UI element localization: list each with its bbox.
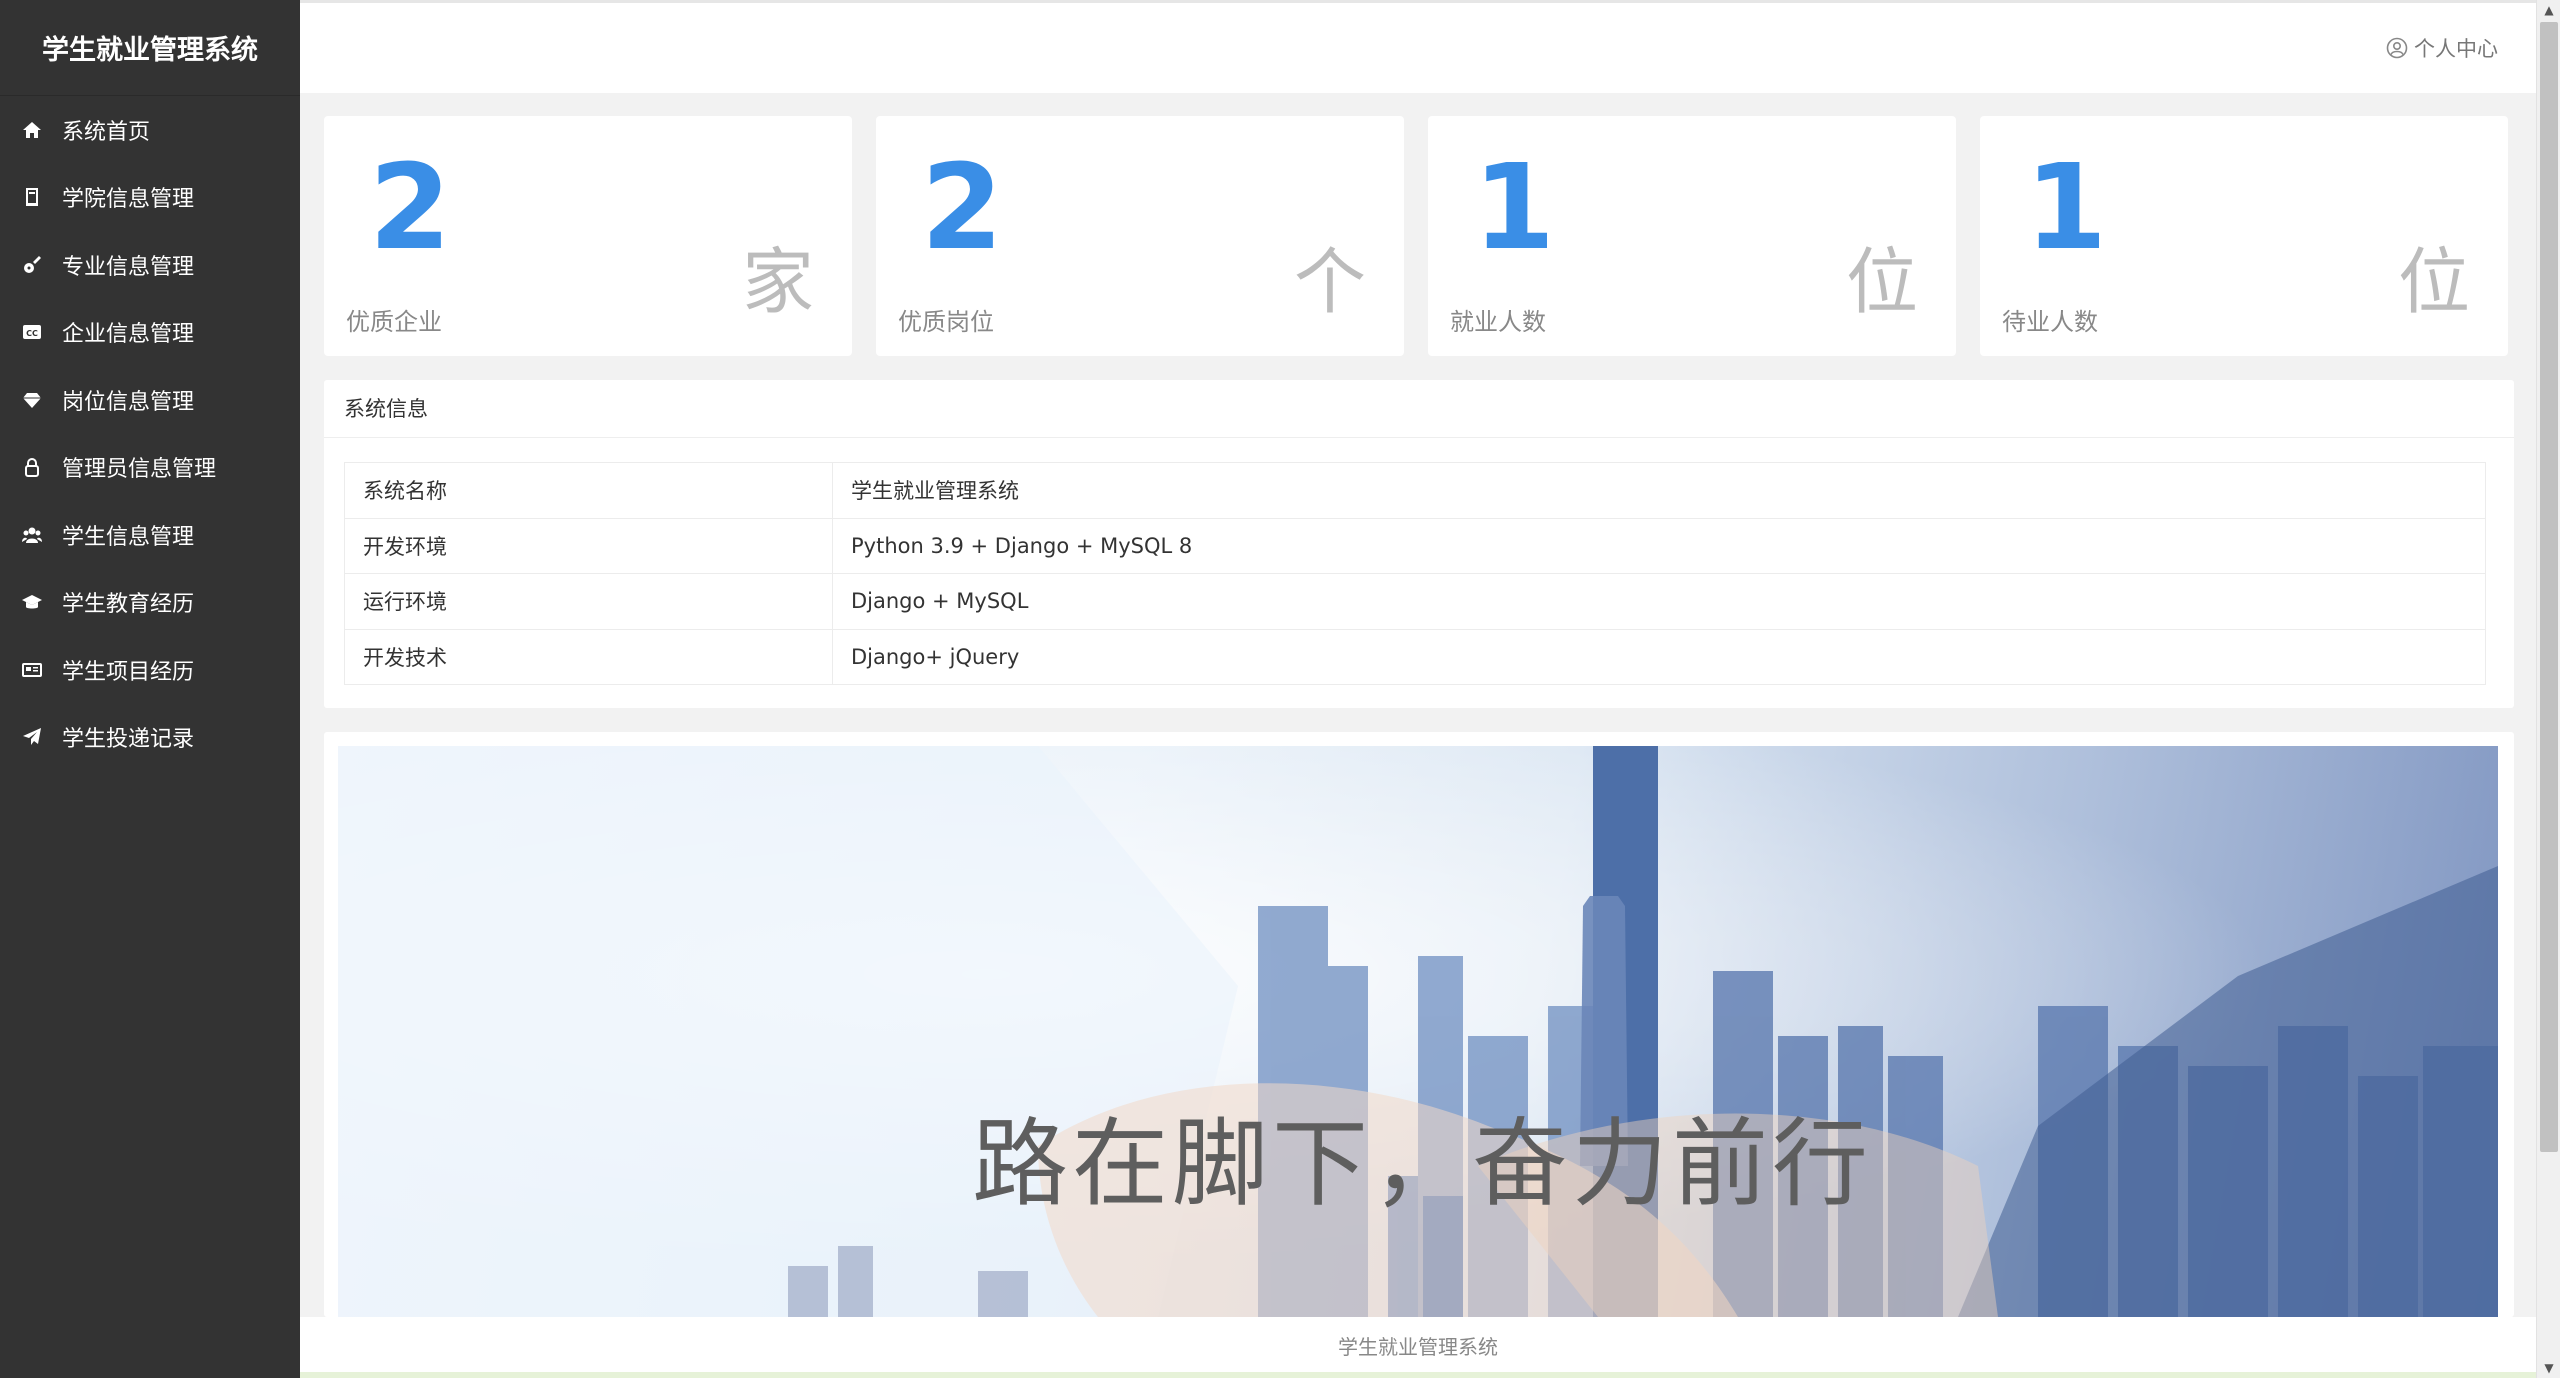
app-title: 学生就业管理系统 — [0, 0, 300, 96]
banner-image: 路在脚下，奋力前行 — [338, 746, 2498, 1317]
stat-unit: 家 — [741, 240, 814, 324]
sidebar-item-label: 学院信息管理 — [62, 187, 195, 213]
sidebar-item-major[interactable]: 专业信息管理 — [0, 231, 300, 299]
system-info-table: 系统名称 学生就业管理系统 开发环境 Python 3.9 + Django +… — [344, 462, 2486, 685]
user-circle-icon — [2386, 37, 2408, 59]
scroll-down-arrow-icon[interactable]: ▼ — [2537, 1358, 2560, 1378]
stat-card-employed: 1 就业人数 位 — [1428, 116, 1956, 356]
guitar-icon — [22, 253, 58, 277]
home-icon — [22, 118, 58, 142]
sidebar-item-project[interactable]: 学生项目经历 — [0, 636, 300, 704]
stat-card-unemployed: 1 待业人数 位 — [1980, 116, 2508, 356]
info-value: Django+ jQuery — [832, 628, 2486, 685]
info-value: Python 3.9 + Django + MySQL 8 — [832, 517, 2486, 574]
sidebar-item-delivery[interactable]: 学生投递记录 — [0, 704, 300, 772]
stat-caption: 就业人数 — [1450, 308, 1546, 336]
scroll-up-arrow-icon[interactable]: ▲ — [2537, 0, 2560, 20]
system-info-title: 系统信息 — [324, 380, 2514, 438]
stat-value: 2 — [921, 138, 1004, 276]
sidebar-item-label: 学生项目经历 — [62, 659, 195, 685]
stat-value: 1 — [1473, 138, 1556, 276]
sidebar-item-enterprise[interactable]: CC 企业信息管理 — [0, 299, 300, 367]
scrollbar-thumb[interactable] — [2540, 22, 2558, 1152]
sidebar-item-label: 岗位信息管理 — [62, 389, 195, 415]
graduation-cap-icon — [22, 590, 58, 614]
lock-icon — [22, 455, 58, 479]
table-row: 开发技术 Django+ jQuery — [344, 628, 2486, 685]
stat-unit: 个 — [1293, 240, 1366, 324]
sidebar-item-label: 系统首页 — [62, 119, 151, 145]
sidebar-item-home[interactable]: 系统首页 — [0, 96, 300, 164]
info-value: Django + MySQL — [832, 573, 2486, 630]
table-row: 系统名称 学生就业管理系统 — [344, 462, 2486, 519]
diamond-icon — [22, 388, 58, 412]
banner-panel: 路在脚下，奋力前行 — [324, 732, 2514, 1317]
stat-value: 1 — [2025, 138, 2108, 276]
sidebar-item-label: 学生教育经历 — [62, 592, 195, 618]
stat-card-position: 2 优质岗位 个 — [876, 116, 1404, 356]
sidebar-item-label: 学生信息管理 — [62, 524, 195, 550]
vertical-scrollbar[interactable]: ▲ ▼ — [2536, 0, 2560, 1378]
sidebar-item-label: 管理员信息管理 — [62, 457, 217, 483]
footer: 学生就业管理系统 — [300, 1317, 2536, 1378]
sidebar-item-position[interactable]: 岗位信息管理 — [0, 366, 300, 434]
stat-caption: 优质企业 — [346, 308, 442, 336]
stat-value: 2 — [369, 138, 452, 276]
info-key: 运行环境 — [344, 573, 833, 630]
table-row: 开发环境 Python 3.9 + Django + MySQL 8 — [344, 517, 2486, 574]
newspaper-icon — [22, 658, 58, 682]
sidebar-item-label: 企业信息管理 — [62, 322, 195, 348]
paper-plane-icon — [22, 725, 58, 749]
footer-accent-line — [300, 1372, 2536, 1378]
banner-slogan: 路在脚下，奋力前行 — [972, 1108, 1872, 1220]
stat-unit: 位 — [2397, 240, 2470, 324]
table-row: 运行环境 Django + MySQL — [344, 573, 2486, 630]
sidebar-item-label: 专业信息管理 — [62, 254, 195, 280]
book-icon — [22, 185, 58, 209]
stat-caption: 待业人数 — [2002, 308, 2098, 336]
sidebar-item-admin[interactable]: 管理员信息管理 — [0, 434, 300, 502]
stats-cards: 2 优质企业 家 2 优质岗位 个 1 就业人数 位 1 待业人数 位 — [324, 116, 2509, 356]
sidebar-item-college[interactable]: 学院信息管理 — [0, 164, 300, 232]
info-value: 学生就业管理系统 — [832, 462, 2486, 519]
city-skyline-graphic — [338, 746, 2498, 1317]
info-key: 开发环境 — [344, 517, 833, 574]
sidebar-item-label: 学生投递记录 — [62, 727, 195, 753]
sidebar: 学生就业管理系统 系统首页 学院信息管理 专业信息管理 CC 企业信息管理 岗位… — [0, 0, 300, 1378]
cc-icon: CC — [22, 320, 58, 344]
sidebar-item-education[interactable]: 学生教育经历 — [0, 569, 300, 637]
svg-text:CC: CC — [26, 329, 38, 338]
system-info-panel: 系统信息 系统名称 学生就业管理系统 开发环境 Python 3.9 + Dja… — [324, 380, 2514, 708]
sidebar-item-student[interactable]: 学生信息管理 — [0, 501, 300, 569]
info-key: 开发技术 — [344, 628, 833, 685]
user-center-link[interactable]: 个人中心 — [2386, 33, 2498, 63]
stat-card-enterprise: 2 优质企业 家 — [324, 116, 852, 356]
info-key: 系统名称 — [344, 462, 833, 519]
top-header: 个人中心 — [300, 0, 2536, 93]
stat-unit: 位 — [1845, 240, 1918, 324]
users-icon — [22, 523, 58, 547]
user-center-label: 个人中心 — [2414, 37, 2498, 61]
stat-caption: 优质岗位 — [898, 308, 994, 336]
